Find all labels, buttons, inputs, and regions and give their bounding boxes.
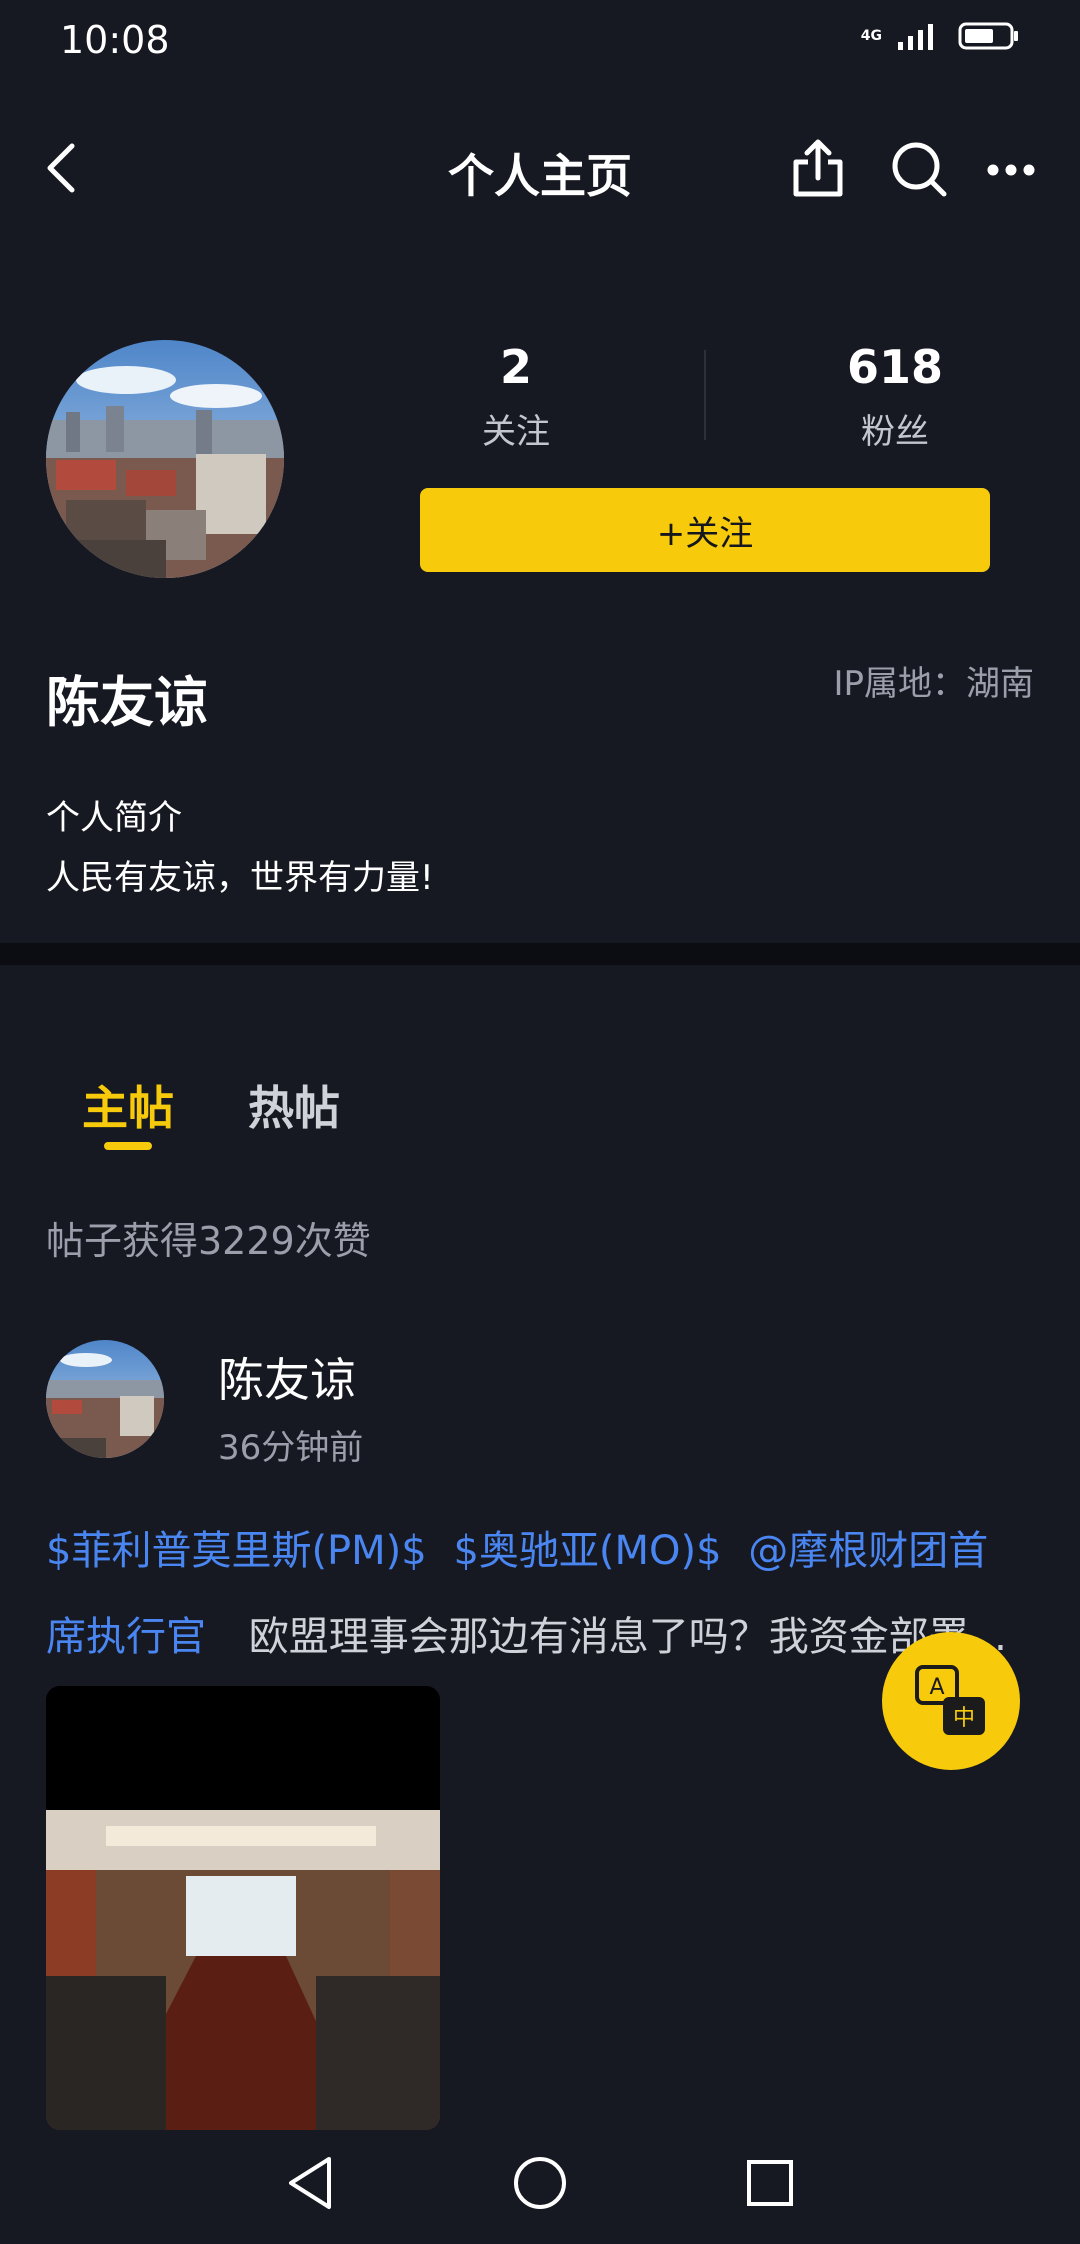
share-button[interactable]	[790, 134, 846, 202]
search-button[interactable]	[888, 138, 950, 200]
battery-icon	[958, 22, 1018, 50]
following-count[interactable]: 2	[456, 340, 576, 394]
stats-divider	[704, 350, 706, 440]
nav-back-button[interactable]	[280, 2152, 340, 2214]
stock-tag[interactable]: $奥驰亚(MO)$	[453, 1528, 721, 1574]
svg-text:中: 中	[953, 1706, 975, 1731]
section-separator	[0, 943, 1080, 965]
post-content-line-2: 席执行官 欧盟理事会那边有消息了吗？我资金部署...	[46, 1604, 1007, 1662]
stock-tag[interactable]: $菲利普莫里斯(PM)$	[46, 1528, 427, 1574]
mention-tag[interactable]: @摩根财团首	[748, 1528, 988, 1574]
mention-tag[interactable]: 席执行官	[46, 1614, 206, 1660]
nav-home-icon	[514, 2157, 566, 2209]
likes-summary: 帖子获得3229次赞	[46, 1219, 371, 1263]
svg-text:A: A	[929, 1675, 944, 1700]
nav-home-button[interactable]	[510, 2152, 570, 2214]
nav-back-icon	[289, 2157, 331, 2209]
translate-button[interactable]: A 中	[882, 1632, 1020, 1770]
post-author-avatar[interactable]	[46, 1340, 164, 1458]
bio-title: 个人简介	[46, 798, 182, 838]
post-text[interactable]: 欧盟理事会那边有消息了吗？我资金部署...	[249, 1614, 1007, 1660]
post-image[interactable]	[46, 1686, 440, 2130]
post-time: 36分钟前	[218, 1428, 364, 1468]
network-indicator: 4G	[860, 27, 882, 44]
ip-location: IP属地：湖南	[833, 664, 1034, 704]
tab-hot-posts[interactable]: 热帖	[248, 1072, 340, 1138]
signal-icon	[898, 24, 933, 50]
status-time: 10:08	[60, 18, 170, 62]
profile-name: 陈友谅	[46, 671, 208, 734]
tab-indicator	[104, 1142, 152, 1150]
followers-label: 粉丝	[861, 412, 929, 452]
more-icon	[987, 164, 1035, 176]
status-icons: 4G	[861, 20, 1020, 52]
system-navigation-bar	[0, 2130, 1080, 2244]
follow-button[interactable]: +关注	[420, 488, 990, 572]
translate-icon: A 中	[915, 1665, 985, 1735]
post-author-name[interactable]: 陈友谅	[218, 1344, 356, 1410]
profile-avatar[interactable]	[46, 340, 284, 578]
more-button[interactable]	[986, 150, 1036, 190]
search-icon	[892, 142, 947, 197]
nav-recents-button[interactable]	[740, 2152, 800, 2214]
tab-main-posts[interactable]: 主帖	[82, 1072, 174, 1138]
followers-count[interactable]: 618	[820, 340, 970, 394]
following-label: 关注	[482, 412, 550, 452]
nav-recents-icon	[747, 2160, 793, 2206]
post-content-line-1: $菲利普莫里斯(PM)$ $奥驰亚(MO)$ @摩根财团首	[46, 1518, 988, 1576]
share-icon	[793, 139, 843, 197]
bio-text: 人民有友谅，世界有力量!	[46, 858, 434, 898]
